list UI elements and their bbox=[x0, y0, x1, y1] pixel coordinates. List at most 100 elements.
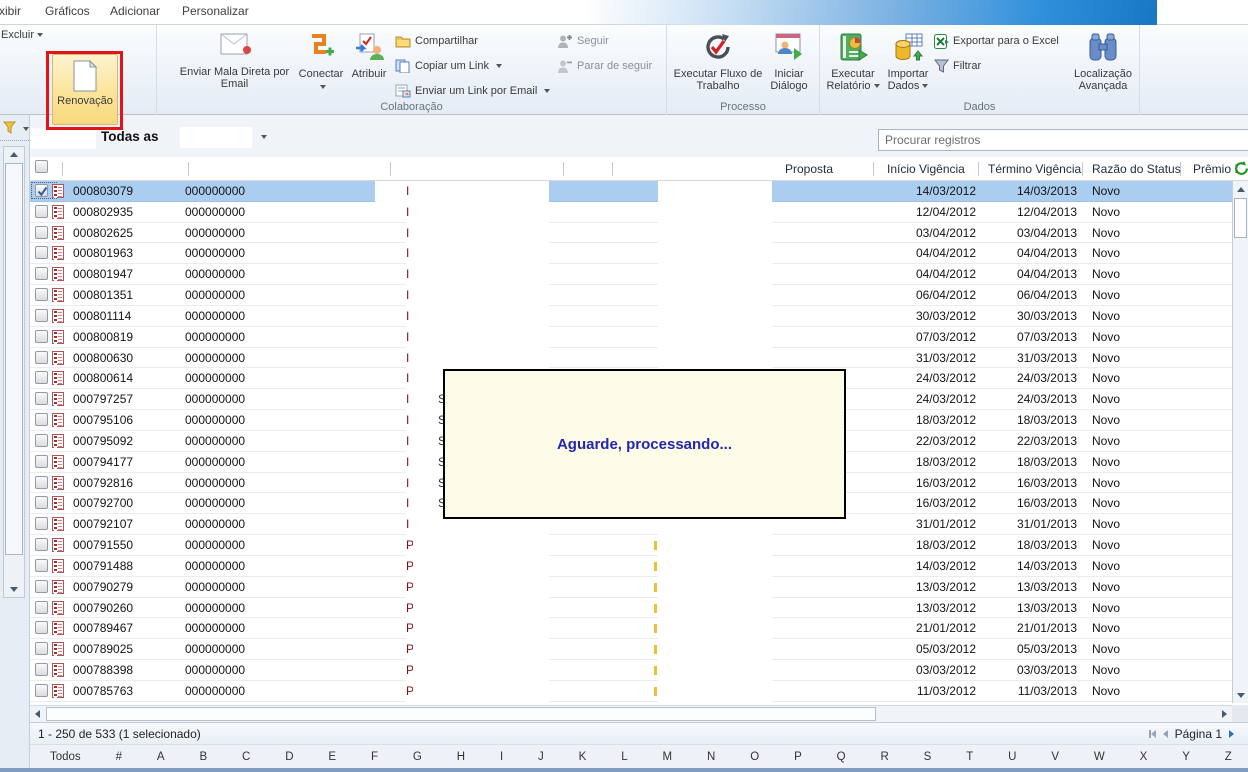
table-row[interactable]: 000790260000000000P13/03/201213/03/2013N… bbox=[30, 598, 1232, 619]
grid-horizontal-scrollbar[interactable] bbox=[30, 705, 1232, 722]
row-checkbox[interactable] bbox=[35, 330, 48, 343]
alpha-filter-item[interactable]: # bbox=[116, 751, 122, 763]
table-row[interactable]: 000785763000000000P11/03/201211/03/2013N… bbox=[30, 681, 1232, 702]
row-checkbox[interactable] bbox=[35, 309, 48, 322]
alpha-filter-item[interactable]: F bbox=[371, 751, 378, 763]
table-row[interactable]: 000802625000000000I03/04/201203/04/2013N… bbox=[30, 223, 1232, 244]
row-checkbox[interactable] bbox=[35, 226, 48, 239]
column-header-proposta[interactable]: Proposta bbox=[785, 162, 833, 176]
iniciar-dialogo-button[interactable]: Iniciar Diálogo bbox=[764, 32, 814, 93]
row-checkbox[interactable] bbox=[35, 371, 48, 384]
table-row[interactable]: 000790279000000000P13/03/201213/03/2013N… bbox=[30, 577, 1232, 598]
table-row[interactable]: 000801351000000000I06/04/201206/04/2013N… bbox=[30, 285, 1232, 306]
menu-exibir[interactable]: Exibir bbox=[0, 4, 21, 18]
alpha-filter-item[interactable]: Todos bbox=[50, 751, 81, 763]
excluir-button[interactable]: Excluir bbox=[1, 29, 43, 41]
alpha-filter-item[interactable]: V bbox=[1051, 751, 1059, 763]
scroll-right-icon[interactable] bbox=[1222, 710, 1227, 718]
scroll-up-icon[interactable] bbox=[1237, 187, 1245, 192]
previous-page-button[interactable] bbox=[1163, 730, 1168, 738]
menu-adicionar[interactable]: Adicionar bbox=[110, 4, 160, 18]
row-checkbox[interactable] bbox=[35, 684, 48, 697]
view-selector-label[interactable]: Todas as bbox=[101, 129, 159, 144]
alpha-filter-item[interactable]: N bbox=[707, 751, 715, 763]
table-row[interactable]: 000803079000000000I14/03/201214/03/2013N… bbox=[30, 181, 1232, 202]
alpha-filter-item[interactable]: G bbox=[413, 751, 422, 763]
enviar-mala-direta-button[interactable]: Enviar Mala Direta por Email bbox=[172, 32, 297, 91]
row-checkbox[interactable] bbox=[35, 413, 48, 426]
filtrar-button[interactable]: Filtrar bbox=[934, 56, 981, 76]
alpha-filter-item[interactable]: Q bbox=[837, 751, 846, 763]
column-header-termino-vigencia[interactable]: Término Vigência bbox=[988, 162, 1081, 176]
alpha-filter-item[interactable]: M bbox=[663, 751, 673, 763]
compartilhar-button[interactable]: Compartilhar bbox=[395, 31, 478, 51]
row-checkbox[interactable] bbox=[35, 621, 48, 634]
copiar-link-button[interactable]: Copiar um Link bbox=[395, 56, 502, 76]
row-checkbox[interactable] bbox=[35, 642, 48, 655]
vscrollbar-thumb[interactable] bbox=[1234, 198, 1247, 238]
alpha-filter-item[interactable]: P bbox=[794, 751, 802, 763]
alpha-filter-item[interactable]: E bbox=[328, 751, 336, 763]
menu-graficos[interactable]: Gráficos bbox=[45, 4, 90, 18]
menu-personalizar[interactable]: Personalizar bbox=[182, 4, 249, 18]
grid-vertical-scrollbar[interactable] bbox=[1232, 181, 1248, 703]
alpha-filter-item[interactable]: B bbox=[199, 751, 207, 763]
row-checkbox[interactable] bbox=[35, 538, 48, 551]
chevron-down-icon[interactable] bbox=[261, 135, 267, 139]
next-page-button[interactable] bbox=[1229, 730, 1234, 738]
row-checkbox[interactable] bbox=[35, 267, 48, 280]
first-page-button[interactable] bbox=[1149, 730, 1156, 738]
enviar-link-email-button[interactable]: Enviar um Link por Email bbox=[395, 81, 550, 101]
table-row[interactable]: 000802935000000000I12/04/201212/04/2013N… bbox=[30, 202, 1232, 223]
row-checkbox[interactable] bbox=[35, 601, 48, 614]
alpha-filter-item[interactable]: K bbox=[579, 751, 587, 763]
column-header-razao-status[interactable]: Razão do Status bbox=[1092, 162, 1181, 176]
alpha-filter-item[interactable]: J bbox=[538, 751, 544, 763]
scroll-down-icon[interactable] bbox=[1237, 693, 1245, 698]
table-row[interactable]: 000791550000000000P18/03/201218/03/2013N… bbox=[30, 535, 1232, 556]
table-row[interactable]: 000801947000000000I04/04/201204/04/2013N… bbox=[30, 264, 1232, 285]
alpha-filter-item[interactable]: O bbox=[750, 751, 759, 763]
atribuir-button[interactable]: Atribuir bbox=[345, 32, 393, 80]
seguir-button[interactable]: Seguir bbox=[557, 31, 609, 51]
select-all-checkbox[interactable] bbox=[35, 160, 48, 173]
alpha-filter-item[interactable]: Y bbox=[1182, 751, 1190, 763]
row-checkbox[interactable] bbox=[35, 455, 48, 468]
row-checkbox[interactable] bbox=[35, 434, 48, 447]
row-checkbox[interactable] bbox=[35, 205, 48, 218]
rail-scrollbar[interactable] bbox=[3, 146, 25, 598]
localizacao-avancada-button[interactable]: Localização Avançada bbox=[1063, 32, 1143, 93]
scroll-up-icon[interactable] bbox=[10, 152, 18, 157]
rail-scrollbar-thumb[interactable] bbox=[5, 163, 23, 555]
scroll-down-icon[interactable] bbox=[10, 587, 18, 592]
row-checkbox[interactable] bbox=[35, 663, 48, 676]
table-row[interactable]: 000791488000000000P14/03/201214/03/2013N… bbox=[30, 556, 1232, 577]
table-row[interactable]: 000801114000000000I30/03/201230/03/2013N… bbox=[30, 306, 1232, 327]
alpha-filter-item[interactable]: I bbox=[500, 751, 503, 763]
rail-view-tool[interactable] bbox=[0, 115, 29, 141]
row-checkbox[interactable] bbox=[35, 476, 48, 489]
scroll-left-icon[interactable] bbox=[35, 710, 40, 718]
row-checkbox[interactable] bbox=[35, 288, 48, 301]
parar-de-seguir-button[interactable]: Parar de seguir bbox=[557, 56, 652, 76]
refresh-icon[interactable] bbox=[1234, 161, 1248, 176]
row-checkbox[interactable] bbox=[35, 580, 48, 593]
alpha-filter-item[interactable]: T bbox=[966, 751, 973, 763]
row-checkbox[interactable] bbox=[35, 517, 48, 530]
conectar-button[interactable]: Conectar bbox=[295, 32, 347, 94]
alpha-filter-item[interactable]: S bbox=[924, 751, 932, 763]
alpha-filter-item[interactable]: W bbox=[1094, 751, 1105, 763]
row-checkbox[interactable] bbox=[35, 392, 48, 405]
hscrollbar-thumb[interactable] bbox=[46, 707, 876, 721]
row-checkbox[interactable] bbox=[35, 559, 48, 572]
alpha-filter-item[interactable]: C bbox=[242, 751, 250, 763]
table-row[interactable]: 000801963000000000I04/04/201204/04/2013N… bbox=[30, 243, 1232, 264]
alpha-filter-item[interactable]: U bbox=[1008, 751, 1016, 763]
search-input[interactable] bbox=[878, 129, 1248, 151]
executar-fluxo-button[interactable]: Executar Fluxo de Trabalho bbox=[668, 32, 768, 93]
row-checkbox[interactable] bbox=[35, 246, 48, 259]
table-row[interactable]: 000800630000000000I31/03/201231/03/2013N… bbox=[30, 348, 1232, 369]
row-checkbox[interactable] bbox=[35, 184, 48, 197]
alpha-filter-item[interactable]: H bbox=[457, 751, 465, 763]
alpha-filter-item[interactable]: Z bbox=[1225, 751, 1232, 763]
